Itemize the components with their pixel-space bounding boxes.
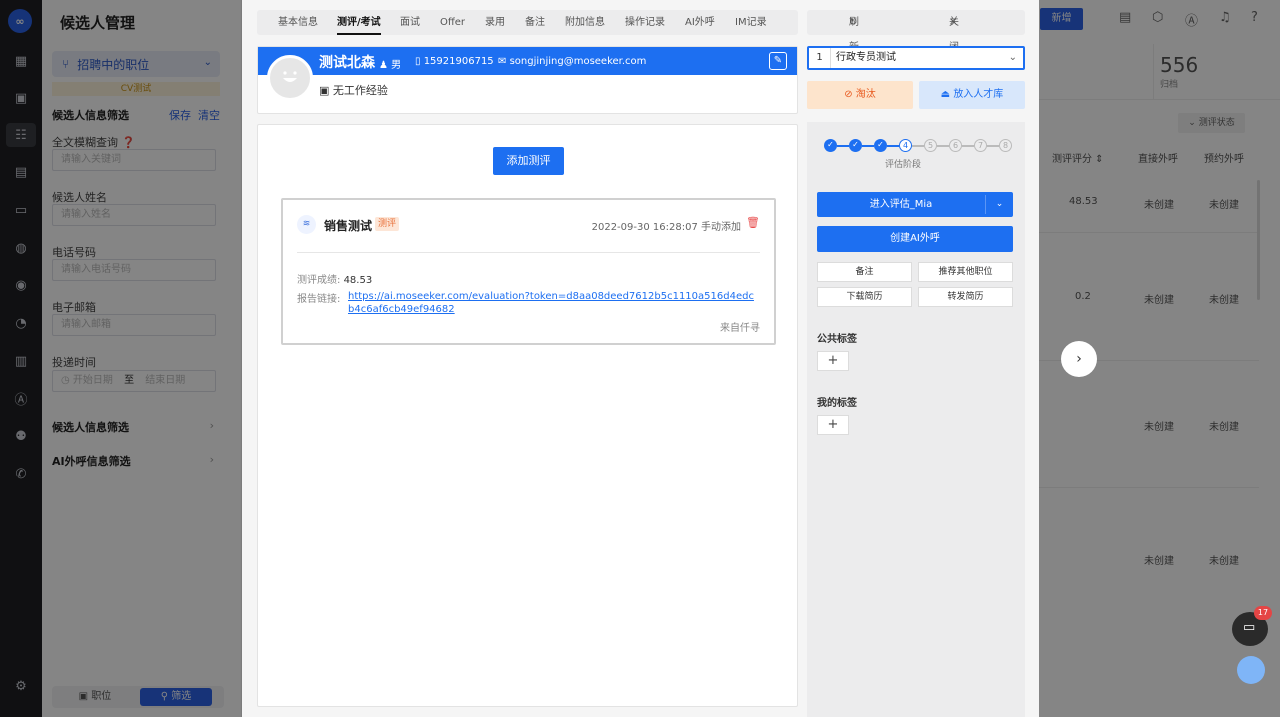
add-evaluation-button[interactable]: 添加测评 <box>493 147 564 175</box>
tab-im-log[interactable]: IM记录 <box>735 10 767 35</box>
avatar <box>267 55 313 101</box>
ban-icon: ⊘ <box>844 89 856 100</box>
plus-icon: + <box>827 353 839 368</box>
create-ai-call-button[interactable]: 创建AI外呼 <box>817 226 1013 252</box>
trash-icon[interactable]: 🗑 <box>746 216 760 229</box>
avatar-face-icon <box>283 71 297 82</box>
my-tags-title: 我的标签 <box>817 398 857 409</box>
stage-panel: ✓ ✓ ✓ 4 5 6 7 8 评估阶段 进入评估_Mia ⌄ 创建AI外呼 备… <box>807 122 1025 717</box>
step-connector <box>862 145 874 147</box>
add-public-tag-button[interactable]: + <box>817 351 849 371</box>
chevron-right-icon: › <box>1076 351 1082 367</box>
step-connector <box>937 145 949 147</box>
tab-evaluation[interactable]: 测评/考试 <box>337 10 381 35</box>
step-1-check-icon[interactable]: ✓ <box>824 139 837 152</box>
tab-offer[interactable]: Offer <box>440 10 465 35</box>
step-4[interactable]: 4 <box>899 139 912 152</box>
step-6[interactable]: 6 <box>949 139 962 152</box>
step-connector <box>912 145 924 147</box>
candidate-phone: ▯ 15921906715 <box>415 56 494 67</box>
step-8[interactable]: 8 <box>999 139 1012 152</box>
profile-header: 测试北森 ♟ 男 ▯ 15921906715 ✉ songjinjing@mos… <box>258 47 797 75</box>
candidate-name: 测试北森 <box>319 55 375 71</box>
candidate-profile: 测试北森 ♟ 男 ▯ 15921906715 ✉ songjinjing@mos… <box>257 46 798 114</box>
tab-hire[interactable]: 录用 <box>485 10 505 35</box>
plus-icon: + <box>827 417 839 432</box>
position-select[interactable]: 1 行政专员测试 ⌄ <box>807 46 1025 70</box>
evaluation-panel: 添加测评 ≋ 销售测试 测评 2022-09-30 16:28:07 手动添加 … <box>257 124 798 707</box>
public-tags-title: 公共标签 <box>817 334 857 345</box>
step-connector <box>987 145 999 147</box>
step-3-check-icon[interactable]: ✓ <box>874 139 887 152</box>
evaluation-datetime: 2022-09-30 16:28:07 手动添加 <box>591 222 741 233</box>
recommend-position-button[interactable]: 推荐其他职位 <box>918 262 1013 282</box>
chevron-down-icon: ⌄ <box>1008 52 1017 63</box>
step-connector <box>837 145 849 147</box>
evaluation-tag: 测评 <box>375 217 400 231</box>
candidate-email: ✉ songjinjing@moseeker.com <box>498 56 647 67</box>
step-2-check-icon[interactable]: ✓ <box>849 139 862 152</box>
position-index: 1 <box>809 48 831 68</box>
step-connector <box>887 145 899 147</box>
tab-interview[interactable]: 面试 <box>400 10 420 35</box>
mail-icon: ✉ <box>498 56 510 67</box>
user-icon: ♟ <box>379 60 392 71</box>
drawer-actions: ↻ 刷新 ✕ 关闭 <box>807 10 1025 53</box>
evaluation-score-row: 测评成绩: 48.53 <box>297 275 373 286</box>
position-name: 行政专员测试 <box>836 52 896 63</box>
briefcase-icon: ▣ <box>319 84 333 97</box>
edit-icon: ✎ <box>773 55 783 66</box>
forward-resume-button[interactable]: 转发简历 <box>918 287 1013 307</box>
enter-stage-label: 进入评估_Mia <box>869 199 933 210</box>
candidate-gender: ♟ 男 <box>379 60 402 71</box>
step-connector <box>962 145 974 147</box>
evaluation-logo-icon: ≋ <box>297 215 316 234</box>
tab-notes[interactable]: 备注 <box>525 10 545 35</box>
chevron-down-icon[interactable]: ⌄ <box>985 195 1013 214</box>
eliminate-button[interactable]: ⊘ 淘汰 <box>807 81 913 109</box>
evaluation-score: 48.53 <box>343 275 373 286</box>
candidate-drawer: 基本信息 测评/考试 面试 Offer 录用 备注 附加信息 操作记录 AI外呼… <box>242 0 1039 717</box>
step-7[interactable]: 7 <box>974 139 987 152</box>
robot-assistant-icon[interactable] <box>1237 656 1265 684</box>
evaluation-title: 销售测试 <box>324 219 373 233</box>
mobile-icon: ▯ <box>415 56 424 67</box>
tab-ai-call[interactable]: AI外呼 <box>685 10 715 35</box>
chat-badge: 17 <box>1254 606 1272 620</box>
evaluation-card: ≋ 销售测试 测评 2022-09-30 16:28:07 手动添加 🗑 测评成… <box>281 198 776 345</box>
next-candidate-button[interactable]: › <box>1061 341 1097 377</box>
evaluation-source: 来自仟寻 <box>720 323 760 334</box>
report-link[interactable]: https://ai.moseeker.com/evaluation?token… <box>348 290 758 316</box>
tab-operation-log[interactable]: 操作记录 <box>625 10 665 35</box>
tab-basic-info[interactable]: 基本信息 <box>278 10 318 35</box>
edit-button[interactable]: ✎ <box>769 52 787 70</box>
enter-stage-button[interactable]: 进入评估_Mia ⌄ <box>817 192 1013 217</box>
divider <box>297 252 760 253</box>
report-link-label: 报告链接: <box>297 294 341 305</box>
step-5[interactable]: 5 <box>924 139 937 152</box>
note-button[interactable]: 备注 <box>817 262 912 282</box>
tab-extra-info[interactable]: 附加信息 <box>565 10 605 35</box>
inbox-icon: ⏏ <box>940 89 954 100</box>
tab-bar: 基本信息 测评/考试 面试 Offer 录用 备注 附加信息 操作记录 AI外呼… <box>257 10 798 35</box>
talent-pool-button[interactable]: ⏏ 放入人才库 <box>919 81 1025 109</box>
stage-name: 评估阶段 <box>885 160 922 170</box>
add-my-tag-button[interactable]: + <box>817 415 849 435</box>
download-resume-button[interactable]: 下载简历 <box>817 287 912 307</box>
work-experience: ▣ 无工作经验 <box>319 84 388 97</box>
chat-icon: ▭ <box>1243 620 1256 635</box>
